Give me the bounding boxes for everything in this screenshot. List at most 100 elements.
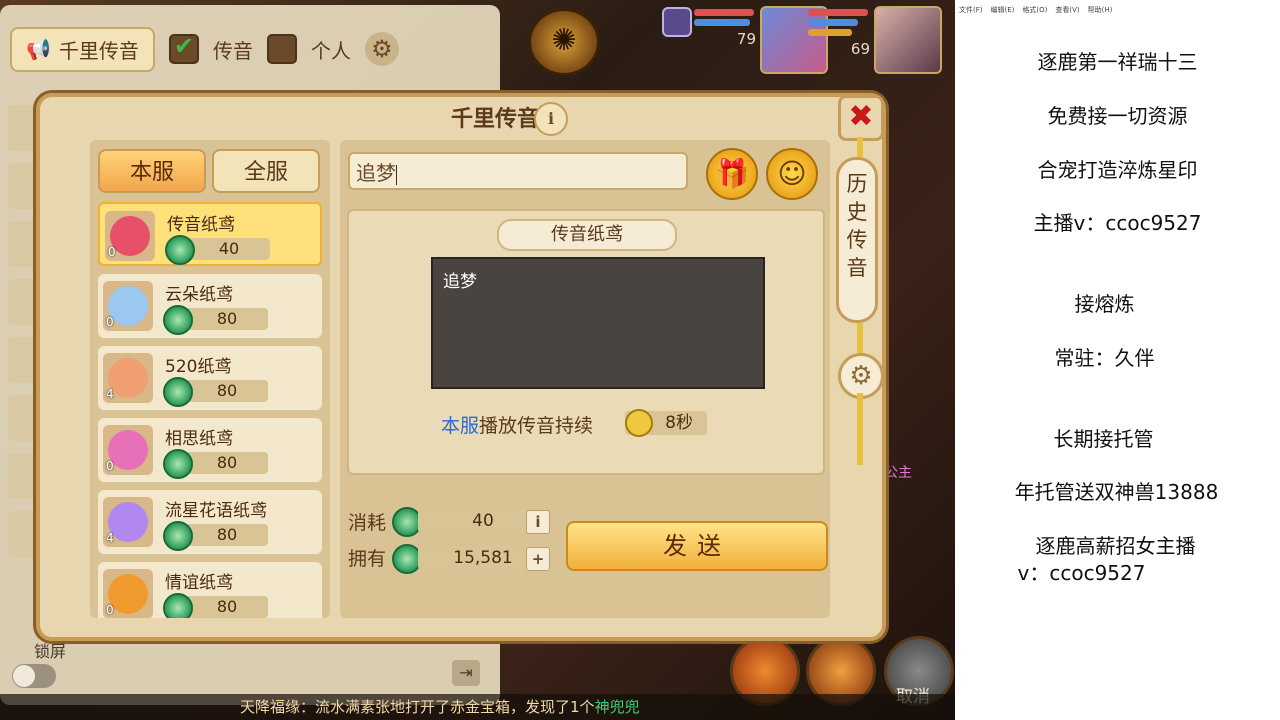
menu-item[interactable]: 文件(F): [959, 5, 983, 15]
kite-item[interactable]: 4 520纸鸢 80: [98, 346, 322, 410]
chat-settings-gear-icon[interactable]: ⚙: [364, 32, 399, 66]
emblem-icon[interactable]: ✺: [528, 8, 600, 76]
buff-icon[interactable]: [662, 7, 692, 37]
duration-text: 本服播放传音持续: [441, 411, 593, 438]
ticker-text: 流水满素张地打开了赤金宝箱，发现了1个: [315, 698, 595, 716]
lock-screen-toggle[interactable]: [12, 664, 56, 688]
ticker-prefix: 天降福缘：: [240, 698, 316, 716]
tab-local-server[interactable]: 本服: [98, 149, 206, 193]
emoji-smile-icon[interactable]: ☺: [766, 148, 818, 200]
history-tab-label: 历史传音: [846, 172, 868, 280]
chat-side-tab[interactable]: [8, 511, 38, 557]
voice-checkbox-label: 传音: [212, 38, 253, 63]
jade-coin-icon: [163, 305, 193, 335]
own-label: 拥有: [348, 548, 387, 570]
close-icon[interactable]: ✖: [838, 95, 884, 141]
chat-side-tab[interactable]: [8, 163, 38, 209]
add-jade-icon[interactable]: +: [526, 547, 550, 571]
kite-price: 80: [186, 380, 268, 402]
kite-name: 传音纸鸢: [167, 215, 235, 235]
stream-line: v：ccoc9527: [1017, 561, 1146, 585]
kite-icon: 0: [103, 569, 153, 618]
voice-checkbox[interactable]: [168, 32, 199, 64]
kite-icon: 4: [103, 353, 153, 403]
chat-side-tabs: [8, 105, 38, 569]
cost-info-icon[interactable]: i: [526, 510, 550, 534]
jade-coin-icon: [163, 449, 193, 479]
kite-item[interactable]: 0 云朵纸鸢 80: [98, 274, 322, 338]
kite-icon: 0: [103, 425, 153, 475]
kite-icon: 0: [103, 281, 153, 331]
chat-side-tab[interactable]: [8, 105, 38, 151]
kite-icon: 0: [105, 211, 155, 261]
kite-price: 80: [186, 308, 268, 330]
preview-screen: 追梦: [431, 257, 765, 389]
kite-count: 0: [106, 315, 114, 329]
voice-dialog: 千里传音 i ✖ 本服 全服 0 传音纸鸢 40 0 云朵纸鸢 80 4 520纸鸢 80 0 相思…: [36, 93, 886, 641]
message-pane: 追梦 🎁 ☺ 传音纸鸢 追梦 本服播放传音持续 8秒 消耗 40 i 拥有 15…: [340, 140, 830, 618]
menu-item[interactable]: 查看(V): [1055, 5, 1079, 15]
menu-item[interactable]: 编辑(E): [991, 5, 1015, 15]
kite-price: 40: [188, 238, 270, 260]
chat-side-tab[interactable]: [8, 337, 38, 383]
rope-decoration: [857, 137, 863, 157]
player-bars: 69: [808, 6, 870, 58]
stream-line: 接熔炼: [1074, 292, 1135, 316]
channel-tab-label: 千里传音: [58, 38, 139, 63]
pet-level: 79: [736, 30, 756, 48]
game-viewport: 📢 千里传音 传音 个人 ⚙ 锁屏 ⇥ ✺ 79 69: [0, 0, 955, 720]
personal-checkbox-label: 个人: [310, 38, 351, 63]
info-icon[interactable]: i: [534, 102, 568, 136]
stream-text-panel: 文件(F) 编辑(E) 格式(O) 查看(V) 帮助(H) 逐鹿第一祥瑞十三 免费接一切…: [955, 0, 1280, 720]
menu-item[interactable]: 格式(O): [1022, 5, 1047, 15]
rope-decoration: [857, 323, 863, 353]
stream-line: 主播v：ccoc9527: [1033, 211, 1202, 235]
history-tab[interactable]: 历史传音: [836, 157, 878, 323]
jade-coin-icon: [163, 521, 193, 551]
kite-count: 0: [106, 459, 114, 473]
personal-checkbox[interactable]: [266, 34, 297, 64]
lock-screen-label: 锁屏: [34, 642, 67, 661]
stream-line: 逐鹿高薪招女主播: [1035, 534, 1196, 558]
kite-name: 云朵纸鸢: [165, 285, 233, 305]
preview-label: 传音纸鸢: [497, 219, 677, 251]
kite-name: 流星花语纸鸢: [165, 501, 267, 521]
chat-toolbar: 📢 千里传音 传音 个人 ⚙: [10, 25, 399, 73]
speaker-icon: 📢: [26, 37, 51, 61]
player-portrait[interactable]: [874, 6, 942, 74]
channel-tab[interactable]: 📢 千里传音: [10, 26, 155, 72]
message-input[interactable]: 追梦: [348, 152, 688, 190]
cost-label: 消耗: [348, 512, 387, 534]
kite-list: 0 传音纸鸢 40 0 云朵纸鸢 80 4 520纸鸢 80 0 相思纸鸢 80 4 流星花语纸鸢 80 0 情…: [90, 202, 330, 618]
chat-side-tab[interactable]: [8, 221, 38, 267]
kite-item[interactable]: 4 流星花语纸鸢 80: [98, 490, 322, 554]
exit-icon[interactable]: ⇥: [452, 660, 480, 686]
kite-count: 4: [106, 531, 114, 545]
kite-count: 0: [108, 245, 116, 259]
menu-item[interactable]: 帮助(H): [1088, 5, 1113, 15]
chat-side-tab[interactable]: [8, 279, 38, 325]
stream-line: 逐鹿第一祥瑞十三: [1037, 50, 1198, 74]
rope-decoration: [857, 393, 863, 465]
clock-icon: [625, 409, 653, 437]
server-tabs: 本服 全服: [90, 140, 330, 202]
player-hud: 69: [808, 6, 942, 74]
kite-price: 80: [186, 596, 268, 618]
kite-item[interactable]: 0 相思纸鸢 80: [98, 418, 322, 482]
gift-icon[interactable]: 🎁: [706, 148, 758, 200]
chat-side-tab[interactable]: [8, 395, 38, 441]
chat-side-tab[interactable]: [8, 453, 38, 499]
kite-name: 相思纸鸢: [165, 429, 233, 449]
stream-line: 常驻：久伴: [1054, 346, 1155, 370]
tab-all-servers[interactable]: 全服: [212, 149, 320, 193]
jade-coin-icon: [163, 377, 193, 407]
send-button[interactable]: 发送: [566, 521, 828, 571]
kite-item[interactable]: 0 情谊纸鸢 80: [98, 562, 322, 618]
kite-count: 0: [106, 603, 114, 617]
preview-box: 传音纸鸢 追梦 本服播放传音持续 8秒: [347, 209, 825, 475]
kite-item[interactable]: 0 传音纸鸢 40: [98, 202, 322, 266]
ticker-item[interactable]: 神兜兜: [595, 698, 640, 716]
pet-bars: 79: [694, 6, 756, 48]
system-ticker: 天降福缘：流水满素张地打开了赤金宝箱，发现了1个神兜兜: [0, 694, 955, 720]
stream-line: 免费接一切资源: [1047, 104, 1188, 128]
